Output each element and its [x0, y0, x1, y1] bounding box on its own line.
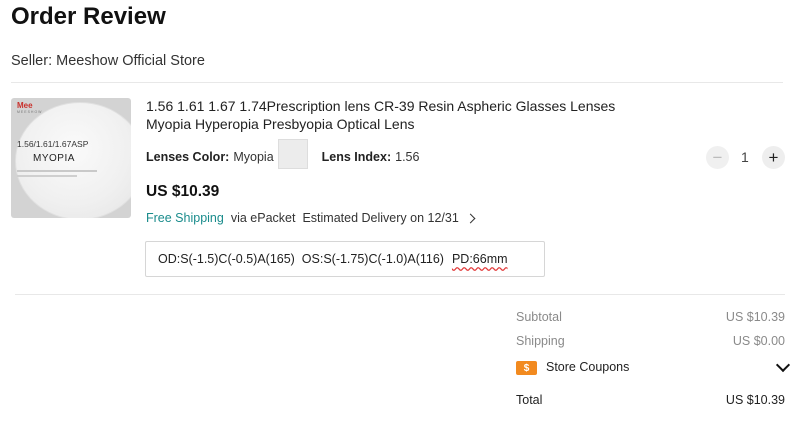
pd-text: PD:66mm: [451, 252, 508, 266]
color-swatch: [277, 139, 308, 169]
shipping-method: via ePacket: [230, 211, 296, 225]
store-coupons-label[interactable]: Store Coupons: [546, 360, 629, 374]
subtotal-value: US $10.39: [725, 310, 785, 324]
brand-logo-sub: MEESHOW: [17, 110, 43, 114]
chevron-right-icon[interactable]: [465, 213, 476, 223]
product-image[interactable]: Mee MEESHOW 1.56/1.61/1.67ASP MYOPIA: [11, 98, 131, 218]
shipping-value: US $0.00: [732, 334, 785, 348]
index-label: Lens Index:: [321, 150, 392, 164]
prescription-text: OD:S(-1.5)C(-0.5)A(165) OS:S(-1.75)C(-1.…: [158, 252, 444, 266]
image-index-text: 1.56/1.61/1.67ASP: [17, 139, 89, 149]
delivery-estimate: Estimated Delivery on 12/31: [302, 211, 459, 225]
free-shipping-label: Free Shipping: [146, 211, 224, 225]
product-price: US $10.39: [146, 183, 220, 200]
divider: [11, 82, 783, 83]
product-title[interactable]: 1.56 1.61 1.67 1.74Prescription lens CR-…: [146, 97, 616, 133]
quantity-value: 1: [741, 149, 749, 165]
divider: [15, 294, 785, 295]
page-title: Order Review: [11, 3, 166, 30]
seller-name[interactable]: Seller: Meeshow Official Store: [11, 53, 205, 69]
index-value: 1.56: [395, 150, 420, 164]
chevron-down-icon[interactable]: [775, 357, 791, 373]
image-type-text: MYOPIA: [33, 153, 75, 164]
image-fine-print: [17, 170, 97, 172]
subtotal-label: Subtotal: [516, 310, 562, 324]
image-fine-print: [17, 175, 77, 177]
color-label: Lenses Color:: [146, 150, 230, 164]
brand-logo: Mee: [17, 101, 33, 110]
prescription-note-input[interactable]: OD:S(-1.5)C(-0.5)A(165) OS:S(-1.75)C(-1.…: [145, 241, 545, 277]
coupon-icon: $: [516, 361, 537, 375]
shipping-info[interactable]: Free Shipping via ePacket Estimated Deli…: [146, 211, 476, 225]
total-value: US $10.39: [725, 393, 785, 407]
color-value: Myopia: [233, 150, 274, 164]
plus-icon[interactable]: +: [762, 146, 785, 169]
total-label: Total: [516, 393, 543, 407]
shipping-label: Shipping: [516, 334, 565, 348]
product-attributes: Lenses Color: Myopia Lens Index: 1.56: [146, 139, 420, 169]
minus-icon[interactable]: −: [706, 146, 729, 169]
